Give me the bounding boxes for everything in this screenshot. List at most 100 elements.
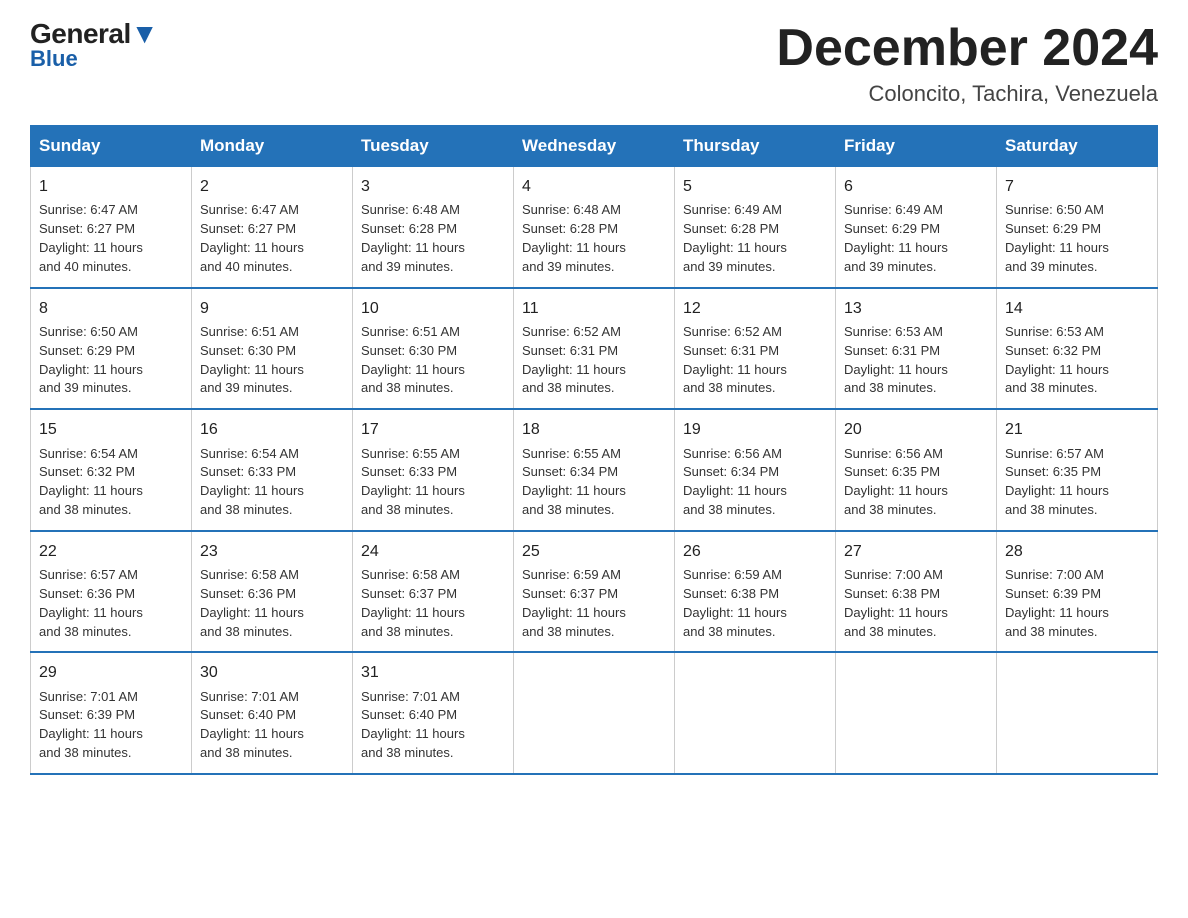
cell-info: Sunrise: 6:53 AM Sunset: 6:32 PM Dayligh… bbox=[1005, 323, 1149, 398]
calendar-cell: 30 Sunrise: 7:01 AM Sunset: 6:40 PM Dayli… bbox=[192, 652, 353, 774]
calendar-cell: 13 Sunrise: 6:53 AM Sunset: 6:31 PM Dayli… bbox=[836, 288, 997, 410]
calendar-cell: 27Sunrise: 7:00 AM Sunset: 6:38 PM Dayli… bbox=[836, 531, 997, 653]
calendar-cell: 4 Sunrise: 6:48 AM Sunset: 6:28 PM Daylig… bbox=[514, 167, 675, 288]
day-number: 25 bbox=[522, 540, 666, 563]
day-number: 6 bbox=[844, 175, 988, 198]
cell-info: Sunrise: 6:55 AM Sunset: 6:33 PM Dayligh… bbox=[361, 445, 505, 520]
logo-triangle-icon: ▼ bbox=[131, 18, 158, 49]
cell-info: Sunrise: 6:57 AM Sunset: 6:36 PM Dayligh… bbox=[39, 566, 183, 641]
day-number: 9 bbox=[200, 297, 344, 320]
weekday-header-friday: Friday bbox=[836, 126, 997, 167]
calendar-cell: 8 Sunrise: 6:50 AM Sunset: 6:29 PM Daylig… bbox=[31, 288, 192, 410]
weekday-header-monday: Monday bbox=[192, 126, 353, 167]
day-number: 18 bbox=[522, 418, 666, 441]
calendar-cell: 12Sunrise: 6:52 AM Sunset: 6:31 PM Dayli… bbox=[675, 288, 836, 410]
cell-info: Sunrise: 6:51 AM Sunset: 6:30 PM Dayligh… bbox=[361, 323, 505, 398]
calendar-cell: 23 Sunrise: 6:58 AM Sunset: 6:36 PM Dayli… bbox=[192, 531, 353, 653]
cell-info: Sunrise: 7:00 AM Sunset: 6:38 PM Dayligh… bbox=[844, 566, 988, 641]
cell-info: Sunrise: 6:51 AM Sunset: 6:30 PM Dayligh… bbox=[200, 323, 344, 398]
calendar-cell: 25 Sunrise: 6:59 AM Sunset: 6:37 PM Dayli… bbox=[514, 531, 675, 653]
cell-info: Sunrise: 6:54 AM Sunset: 6:33 PM Dayligh… bbox=[200, 445, 344, 520]
calendar-cell: 6 Sunrise: 6:49 AM Sunset: 6:29 PM Daylig… bbox=[836, 167, 997, 288]
calendar-cell: 11 Sunrise: 6:52 AM Sunset: 6:31 PM Dayli… bbox=[514, 288, 675, 410]
weekday-header-thursday: Thursday bbox=[675, 126, 836, 167]
day-number: 14 bbox=[1005, 297, 1149, 320]
calendar-cell: 26 Sunrise: 6:59 AM Sunset: 6:38 PM Dayli… bbox=[675, 531, 836, 653]
day-number: 7 bbox=[1005, 175, 1149, 198]
cell-info: Sunrise: 6:48 AM Sunset: 6:28 PM Dayligh… bbox=[522, 201, 666, 276]
day-number: 20 bbox=[844, 418, 988, 441]
calendar-week-row: 15Sunrise: 6:54 AM Sunset: 6:32 PM Dayli… bbox=[31, 409, 1158, 531]
day-number: 1 bbox=[39, 175, 183, 198]
calendar-cell bbox=[836, 652, 997, 774]
day-number: 5 bbox=[683, 175, 827, 198]
day-number: 2 bbox=[200, 175, 344, 198]
calendar-cell: 9 Sunrise: 6:51 AM Sunset: 6:30 PM Daylig… bbox=[192, 288, 353, 410]
calendar-cell: 3Sunrise: 6:48 AM Sunset: 6:28 PM Daylig… bbox=[353, 167, 514, 288]
calendar-cell: 19 Sunrise: 6:56 AM Sunset: 6:34 PM Dayli… bbox=[675, 409, 836, 531]
cell-info: Sunrise: 6:56 AM Sunset: 6:35 PM Dayligh… bbox=[844, 445, 988, 520]
calendar-cell: 1 Sunrise: 6:47 AM Sunset: 6:27 PM Daylig… bbox=[31, 167, 192, 288]
title-block: December 2024 Coloncito, Tachira, Venezu… bbox=[776, 20, 1158, 107]
weekday-header-tuesday: Tuesday bbox=[353, 126, 514, 167]
cell-info: Sunrise: 6:49 AM Sunset: 6:28 PM Dayligh… bbox=[683, 201, 827, 276]
calendar-cell: 21 Sunrise: 6:57 AM Sunset: 6:35 PM Dayli… bbox=[997, 409, 1158, 531]
calendar-cell bbox=[675, 652, 836, 774]
day-number: 11 bbox=[522, 297, 666, 320]
calendar-cell: 5 Sunrise: 6:49 AM Sunset: 6:28 PM Daylig… bbox=[675, 167, 836, 288]
cell-info: Sunrise: 6:48 AM Sunset: 6:28 PM Dayligh… bbox=[361, 201, 505, 276]
calendar-cell: 10Sunrise: 6:51 AM Sunset: 6:30 PM Dayli… bbox=[353, 288, 514, 410]
cell-info: Sunrise: 6:50 AM Sunset: 6:29 PM Dayligh… bbox=[39, 323, 183, 398]
day-number: 13 bbox=[844, 297, 988, 320]
day-number: 4 bbox=[522, 175, 666, 198]
calendar-cell: 14 Sunrise: 6:53 AM Sunset: 6:32 PM Dayli… bbox=[997, 288, 1158, 410]
calendar-cell: 22 Sunrise: 6:57 AM Sunset: 6:36 PM Dayli… bbox=[31, 531, 192, 653]
day-number: 29 bbox=[39, 661, 183, 684]
weekday-header-saturday: Saturday bbox=[997, 126, 1158, 167]
cell-info: Sunrise: 6:49 AM Sunset: 6:29 PM Dayligh… bbox=[844, 201, 988, 276]
cell-info: Sunrise: 7:01 AM Sunset: 6:39 PM Dayligh… bbox=[39, 688, 183, 763]
cell-info: Sunrise: 7:01 AM Sunset: 6:40 PM Dayligh… bbox=[200, 688, 344, 763]
day-number: 19 bbox=[683, 418, 827, 441]
day-number: 28 bbox=[1005, 540, 1149, 563]
cell-info: Sunrise: 6:47 AM Sunset: 6:27 PM Dayligh… bbox=[39, 201, 183, 276]
cell-info: Sunrise: 6:55 AM Sunset: 6:34 PM Dayligh… bbox=[522, 445, 666, 520]
logo: General▼ Blue bbox=[30, 20, 158, 70]
cell-info: Sunrise: 6:53 AM Sunset: 6:31 PM Dayligh… bbox=[844, 323, 988, 398]
cell-info: Sunrise: 6:56 AM Sunset: 6:34 PM Dayligh… bbox=[683, 445, 827, 520]
logo-bottom: Blue bbox=[30, 48, 78, 70]
cell-info: Sunrise: 7:00 AM Sunset: 6:39 PM Dayligh… bbox=[1005, 566, 1149, 641]
calendar-cell: 31 Sunrise: 7:01 AM Sunset: 6:40 PM Dayli… bbox=[353, 652, 514, 774]
weekday-header-wednesday: Wednesday bbox=[514, 126, 675, 167]
day-number: 12 bbox=[683, 297, 827, 320]
cell-info: Sunrise: 6:59 AM Sunset: 6:37 PM Dayligh… bbox=[522, 566, 666, 641]
cell-info: Sunrise: 7:01 AM Sunset: 6:40 PM Dayligh… bbox=[361, 688, 505, 763]
calendar-table: SundayMondayTuesdayWednesdayThursdayFrid… bbox=[30, 125, 1158, 775]
calendar-cell bbox=[997, 652, 1158, 774]
day-number: 30 bbox=[200, 661, 344, 684]
calendar-cell bbox=[514, 652, 675, 774]
calendar-cell: 18 Sunrise: 6:55 AM Sunset: 6:34 PM Dayli… bbox=[514, 409, 675, 531]
calendar-week-row: 29 Sunrise: 7:01 AM Sunset: 6:39 PM Dayli… bbox=[31, 652, 1158, 774]
day-number: 21 bbox=[1005, 418, 1149, 441]
calendar-cell: 2Sunrise: 6:47 AM Sunset: 6:27 PM Daylig… bbox=[192, 167, 353, 288]
calendar-week-row: 22 Sunrise: 6:57 AM Sunset: 6:36 PM Dayli… bbox=[31, 531, 1158, 653]
day-number: 23 bbox=[200, 540, 344, 563]
calendar-cell: 7Sunrise: 6:50 AM Sunset: 6:29 PM Daylig… bbox=[997, 167, 1158, 288]
calendar-cell: 28 Sunrise: 7:00 AM Sunset: 6:39 PM Dayli… bbox=[997, 531, 1158, 653]
calendar-week-row: 1 Sunrise: 6:47 AM Sunset: 6:27 PM Daylig… bbox=[31, 167, 1158, 288]
day-number: 17 bbox=[361, 418, 505, 441]
cell-info: Sunrise: 6:58 AM Sunset: 6:36 PM Dayligh… bbox=[200, 566, 344, 641]
day-number: 26 bbox=[683, 540, 827, 563]
day-number: 24 bbox=[361, 540, 505, 563]
calendar-title: December 2024 bbox=[776, 20, 1158, 77]
cell-info: Sunrise: 6:52 AM Sunset: 6:31 PM Dayligh… bbox=[522, 323, 666, 398]
cell-info: Sunrise: 6:59 AM Sunset: 6:38 PM Dayligh… bbox=[683, 566, 827, 641]
day-number: 8 bbox=[39, 297, 183, 320]
day-number: 22 bbox=[39, 540, 183, 563]
cell-info: Sunrise: 6:58 AM Sunset: 6:37 PM Dayligh… bbox=[361, 566, 505, 641]
cell-info: Sunrise: 6:57 AM Sunset: 6:35 PM Dayligh… bbox=[1005, 445, 1149, 520]
calendar-cell: 29 Sunrise: 7:01 AM Sunset: 6:39 PM Dayli… bbox=[31, 652, 192, 774]
calendar-cell: 16Sunrise: 6:54 AM Sunset: 6:33 PM Dayli… bbox=[192, 409, 353, 531]
day-number: 31 bbox=[361, 661, 505, 684]
